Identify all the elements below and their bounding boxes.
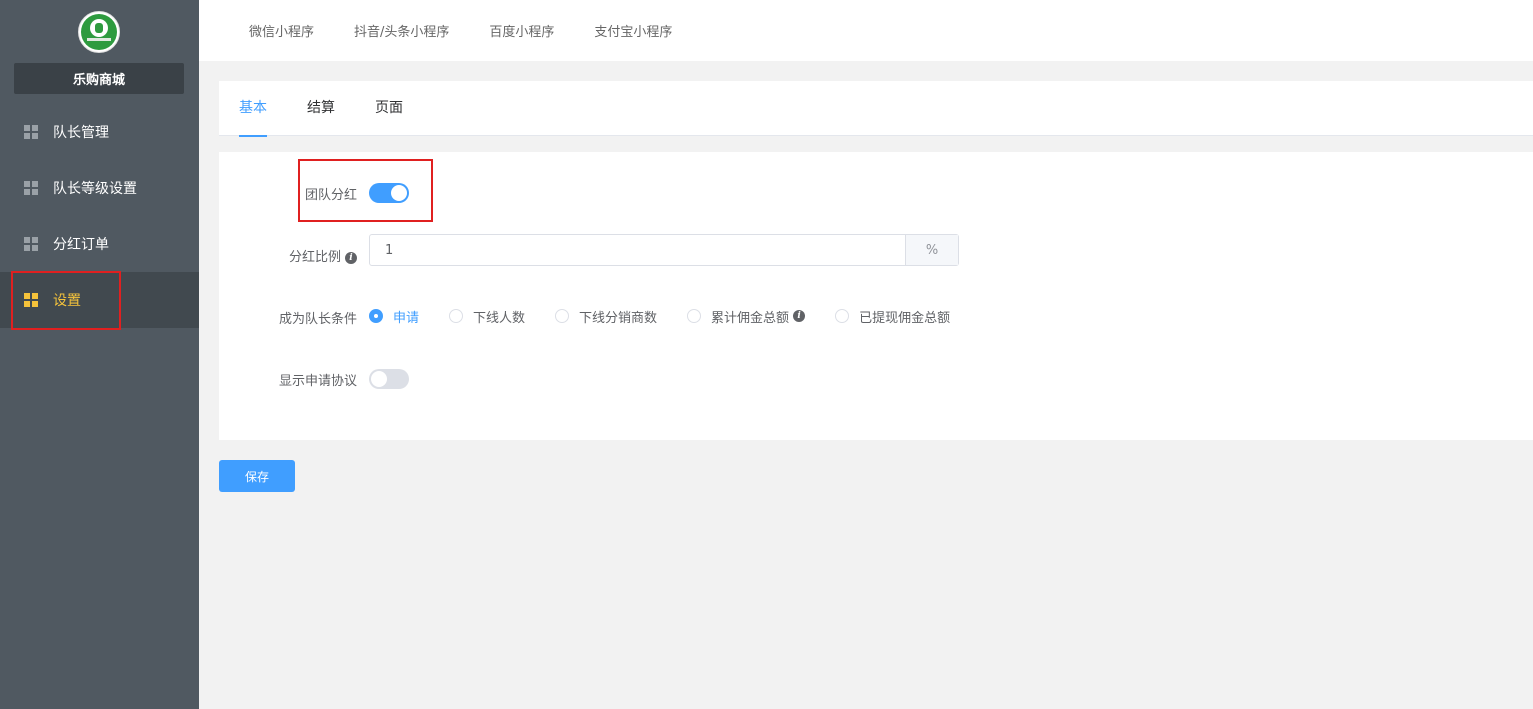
- radio-dot: [449, 309, 464, 323]
- grid-icon: [24, 237, 38, 251]
- sidebar-item-label: 分红订单: [53, 237, 109, 253]
- tab-baidu[interactable]: 百度小程序: [489, 21, 554, 40]
- team-bonus-label: 团队分红: [304, 188, 357, 203]
- sidebar-item-settings[interactable]: 设置: [0, 272, 199, 328]
- sidebar-item-captain-management[interactable]: 队长管理: [0, 104, 199, 160]
- sidebar-item-label: 队长管理: [53, 125, 109, 141]
- bonus-ratio-field: %: [369, 234, 959, 266]
- sidebar-item-bonus-orders[interactable]: 分红订单: [0, 216, 199, 272]
- bonus-ratio-label: 分红比例 i: [259, 246, 357, 265]
- sidebar: 乐购商城 队长管理 队长等级设置 分红订单 设置: [0, 0, 199, 709]
- radio-downline-count[interactable]: 下线人数: [449, 307, 525, 326]
- sidebar-item-label: 设置: [53, 293, 81, 309]
- radio-apply[interactable]: 申请: [369, 307, 419, 326]
- grid-icon: [24, 181, 38, 195]
- bonus-ratio-input[interactable]: [370, 235, 905, 265]
- shop-name: 乐购商城: [14, 63, 184, 94]
- info-icon: i: [793, 310, 806, 322]
- captain-condition-options: 申请 下线人数 下线分销商数 累计佣金总额 i 已提现佣金总额: [369, 307, 980, 326]
- shop-logo: [78, 11, 120, 53]
- captain-condition-label: 成为队长条件: [278, 312, 357, 327]
- sidebar-item-label: 队长等级设置: [53, 181, 137, 197]
- percent-suffix: %: [905, 235, 958, 265]
- tab-settlement[interactable]: 结算: [307, 81, 335, 136]
- sidebar-menu: 队长管理 队长等级设置 分红订单 设置: [0, 104, 199, 328]
- tab-basic[interactable]: 基本: [239, 81, 267, 137]
- tab-page[interactable]: 页面: [375, 81, 403, 136]
- tab-wechat[interactable]: 微信小程序: [249, 21, 314, 40]
- show-agreement-switch[interactable]: [369, 369, 409, 389]
- save-button[interactable]: 保存: [219, 460, 295, 492]
- team-bonus-switch[interactable]: [369, 183, 409, 203]
- sidebar-item-captain-level-settings[interactable]: 队长等级设置: [0, 160, 199, 216]
- radio-withdrawn-commission[interactable]: 已提现佣金总额: [835, 307, 950, 326]
- platform-tabs: 微信小程序 抖音/头条小程序 百度小程序 支付宝小程序: [199, 0, 1533, 61]
- radio-dot: [835, 309, 850, 323]
- settings-tabs: 基本 结算 页面: [219, 81, 1533, 137]
- radio-total-commission[interactable]: 累计佣金总额 i: [687, 307, 806, 326]
- radio-dot: [687, 309, 702, 323]
- radio-dot: [369, 309, 383, 323]
- grid-icon: [24, 125, 38, 139]
- radio-downline-distributor-count[interactable]: 下线分销商数: [555, 307, 657, 326]
- tab-alipay[interactable]: 支付宝小程序: [594, 21, 672, 40]
- grid-icon: [24, 293, 38, 307]
- info-icon: i: [345, 251, 357, 264]
- settings-form: 团队分红 分红比例i % 成为队长条件 申请 下线人数 下线分销商数 累计佣金总…: [219, 152, 1533, 440]
- radio-dot: [555, 309, 570, 323]
- tab-douyin[interactable]: 抖音/头条小程序: [354, 21, 449, 40]
- show-agreement-label: 显示申请协议: [278, 374, 357, 389]
